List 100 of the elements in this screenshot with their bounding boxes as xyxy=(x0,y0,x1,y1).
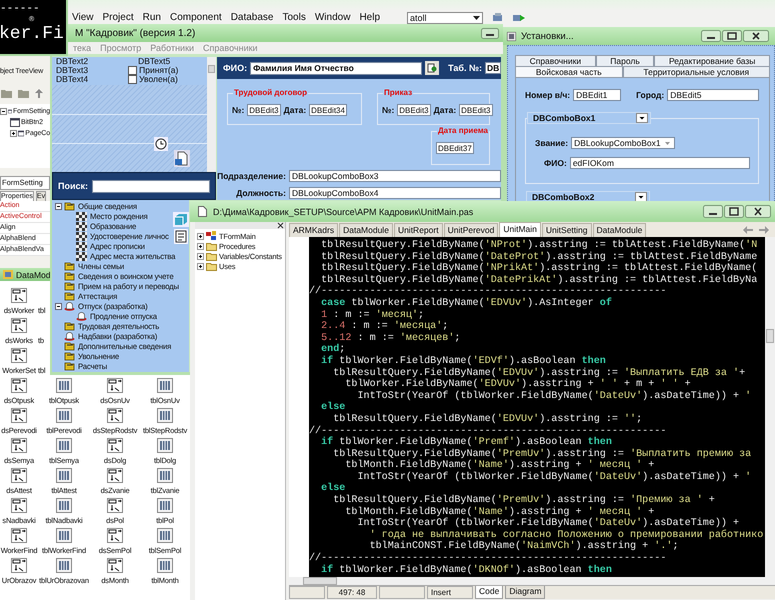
search-field[interactable] xyxy=(92,180,210,192)
text-field[interactable]: DBEdit34 xyxy=(309,104,347,116)
expand-icon[interactable] xyxy=(10,130,17,136)
dataset-icon[interactable] xyxy=(107,528,123,543)
code-line: tblResultQuery.FieldByName('EDVUv').asstring := 'Выплатить ЕДВ за '+ xyxy=(332,368,746,379)
file-tab[interactable]: ARMKadrs xyxy=(289,223,338,237)
dataset-icon[interactable] xyxy=(107,558,123,573)
table-icon[interactable] xyxy=(56,528,72,543)
close-button[interactable] xyxy=(745,205,771,218)
collapse-icon[interactable] xyxy=(0,108,7,114)
text-field[interactable]: DBEdit3 xyxy=(397,104,431,116)
minimize-button[interactable] xyxy=(703,205,723,218)
tab[interactable]: Пароль xyxy=(596,55,654,66)
name-field[interactable]: Фамилия Имя Отчество xyxy=(250,62,422,74)
folder-icon xyxy=(64,352,75,360)
lookup-field[interactable]: DBLookupComboBox3 xyxy=(288,170,501,182)
view-tab[interactable]: Diagram xyxy=(505,586,546,599)
table-icon[interactable] xyxy=(157,378,173,393)
tool-icon[interactable] xyxy=(492,12,504,23)
text-field[interactable]: DBEdit37 xyxy=(436,142,474,154)
dataset-icon[interactable] xyxy=(107,438,123,453)
text-field[interactable]: DBEdit5 xyxy=(667,89,759,101)
table-icon[interactable] xyxy=(56,408,72,423)
close-button[interactable] xyxy=(743,30,769,42)
expand-icon[interactable] xyxy=(197,242,204,250)
menu-item[interactable]: Help xyxy=(359,12,380,24)
checkbox[interactable] xyxy=(128,75,138,84)
close-icon[interactable] xyxy=(277,222,284,229)
menu-item[interactable]: Component xyxy=(170,12,222,24)
dataset-icon[interactable] xyxy=(11,498,27,513)
dataset-icon[interactable] xyxy=(107,378,123,393)
dataset-icon[interactable] xyxy=(11,318,27,333)
form-icon[interactable] xyxy=(174,229,188,244)
menu-item[interactable]: Database xyxy=(230,12,274,24)
minimize-button[interactable] xyxy=(481,28,499,38)
table-icon[interactable] xyxy=(157,408,173,423)
table-icon[interactable] xyxy=(157,438,173,453)
table-icon[interactable] xyxy=(157,468,173,483)
menu-item[interactable]: Run xyxy=(142,12,161,24)
lookup-field[interactable]: DBLookupComboBox4 xyxy=(288,187,501,199)
file-tab[interactable]: DataModule xyxy=(339,223,393,237)
run-icon[interactable] xyxy=(513,12,526,23)
combo-box[interactable]: DBComboBox1 xyxy=(527,112,651,124)
dataset-icon[interactable] xyxy=(11,438,27,453)
text-field[interactable]: DBEdit1 xyxy=(573,89,622,101)
code-line: end; xyxy=(320,344,346,356)
dataset-icon[interactable] xyxy=(11,528,27,543)
view-tab[interactable]: Code xyxy=(475,586,504,599)
expand-icon[interactable] xyxy=(197,252,204,260)
dataset-icon[interactable] xyxy=(11,408,27,423)
collapse-icon[interactable] xyxy=(54,202,62,210)
dataset-icon[interactable] xyxy=(11,288,27,303)
menu-item[interactable]: View xyxy=(72,12,94,24)
dataset-icon[interactable] xyxy=(107,408,123,423)
dataset-icon[interactable] xyxy=(11,468,27,483)
code-line: else xyxy=(320,483,346,494)
minimize-button[interactable] xyxy=(701,30,721,42)
lookup-icon[interactable] xyxy=(425,61,440,75)
file-tab[interactable]: UnitSetting xyxy=(542,223,592,237)
file-tab[interactable]: DataModule xyxy=(592,223,646,237)
tab[interactable]: Войсковая часть xyxy=(515,66,623,77)
table-icon[interactable] xyxy=(56,378,72,393)
clock-icon[interactable] xyxy=(154,137,168,151)
text-field[interactable]: edFIOKom xyxy=(570,157,750,169)
text-field[interactable]: DBEdit3 xyxy=(247,104,281,116)
up-arrow-icon[interactable] xyxy=(35,89,43,98)
menu-item[interactable]: Tools xyxy=(282,12,306,24)
code-line: tblResultQuery.FieldByName('DatePrikAt').asstring := tblAttest.FieldByNa xyxy=(321,274,758,286)
expand-icon[interactable] xyxy=(197,262,204,270)
maximize-button[interactable] xyxy=(722,30,742,42)
tab[interactable]: Территориальные условия xyxy=(622,66,770,77)
file-tab[interactable]: UnitReport xyxy=(394,223,443,237)
file-tab[interactable]: UnitPerevod xyxy=(444,223,498,237)
number-field[interactable]: DB xyxy=(485,62,501,74)
text-field[interactable]: DBEdit3 xyxy=(459,104,493,116)
table-icon[interactable] xyxy=(56,438,72,453)
component-combo[interactable]: atoll xyxy=(407,12,484,24)
maximize-button[interactable] xyxy=(724,205,744,218)
table-icon[interactable] xyxy=(56,468,72,483)
table-icon[interactable] xyxy=(157,498,173,513)
checkbox[interactable] xyxy=(128,66,138,75)
dataset-icon[interactable] xyxy=(11,378,27,393)
file-tab[interactable]: UnitMain xyxy=(499,222,541,237)
document-icon[interactable] xyxy=(174,150,190,167)
code-line: ' года не выплачивать согласно Положению о премировании работнико xyxy=(368,530,764,541)
menu-item[interactable]: Window xyxy=(314,12,350,24)
table-icon[interactable] xyxy=(157,528,173,543)
tab[interactable]: Справочники xyxy=(515,55,596,66)
table-icon[interactable] xyxy=(56,558,72,573)
dataset-icon[interactable] xyxy=(11,558,27,573)
collapse-icon[interactable] xyxy=(54,302,62,310)
dataset-icon[interactable] xyxy=(11,348,27,363)
table-icon[interactable] xyxy=(56,498,72,513)
dataset-icon[interactable] xyxy=(107,498,123,513)
lookup-field[interactable]: DBLookupComboBox1 xyxy=(571,137,676,149)
dataset-icon[interactable] xyxy=(107,468,123,483)
tab[interactable]: Редактирование базы xyxy=(654,55,770,66)
table-icon[interactable] xyxy=(157,558,173,573)
expand-icon[interactable] xyxy=(197,232,204,240)
menu-item[interactable]: Project xyxy=(102,12,134,24)
